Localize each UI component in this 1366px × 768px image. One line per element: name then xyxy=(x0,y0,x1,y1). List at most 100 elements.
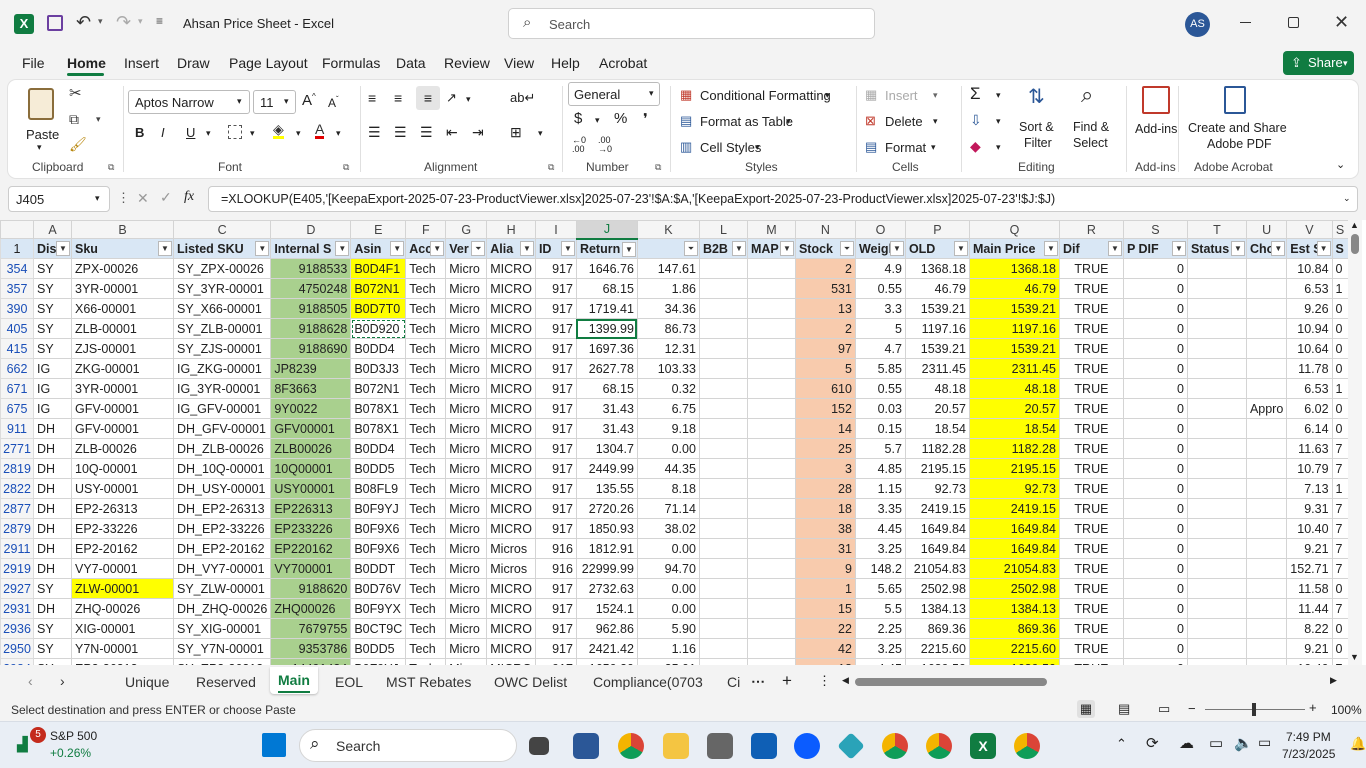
sheet-tab-owc-delist[interactable]: OWC Delist xyxy=(494,674,567,690)
cell[interactable]: B0CT9C xyxy=(350,618,407,639)
cell[interactable]: 0 xyxy=(1122,258,1188,279)
cell[interactable]: 5.85 xyxy=(854,358,906,379)
autosum-icon[interactable]: Σ xyxy=(970,84,981,104)
cell[interactable]: 3.25 xyxy=(854,538,906,559)
cell[interactable]: 2.25 xyxy=(854,618,906,639)
cell[interactable]: 94.70 xyxy=(636,558,700,579)
cell[interactable]: 2311.45 xyxy=(968,358,1060,379)
copy-dropdown-icon[interactable]: ▾ xyxy=(96,114,101,125)
row-number[interactable]: 2927 xyxy=(0,578,34,599)
cell[interactable]: 0 xyxy=(1122,618,1188,639)
cell[interactable] xyxy=(746,438,796,459)
cell[interactable]: Micro xyxy=(445,398,488,419)
cell[interactable]: TRUE xyxy=(1058,258,1124,279)
filter-dropdown-icon[interactable]: ▼ xyxy=(731,241,746,256)
cell[interactable]: 917 xyxy=(534,378,577,399)
cell[interactable]: 917 xyxy=(534,438,577,459)
fill-dropdown-icon[interactable]: ▾ xyxy=(296,128,301,139)
cell[interactable]: SY_X66-00001 xyxy=(172,298,272,319)
row-number[interactable]: 662 xyxy=(0,358,34,379)
cell[interactable]: EP220162 xyxy=(270,538,352,559)
cell[interactable]: Micro xyxy=(445,518,488,539)
zoom-thumb[interactable] xyxy=(1252,703,1256,716)
close-button[interactable]: ✕ xyxy=(1334,12,1349,33)
prev-sheet-icon[interactable]: ‹ xyxy=(28,673,33,689)
cell[interactable]: 10.40 xyxy=(1286,658,1333,665)
add-ins-button[interactable]: Add-ins xyxy=(1134,84,1184,154)
cell[interactable] xyxy=(1186,398,1247,419)
cell[interactable]: ZKG-00001 xyxy=(71,358,174,379)
clear-dropdown-icon[interactable]: ▾ xyxy=(996,142,1001,153)
cell[interactable] xyxy=(746,318,796,339)
cell[interactable]: Tech xyxy=(405,318,447,339)
tab-acrobat[interactable]: Acrobat xyxy=(599,55,647,71)
underline-dropdown-icon[interactable]: ▾ xyxy=(206,128,211,139)
cell[interactable]: 1649.84 xyxy=(904,518,970,539)
clock-time[interactable]: 7:49 PM xyxy=(1286,730,1331,744)
cell[interactable]: 2732.63 xyxy=(575,578,638,599)
cell[interactable]: DH_GFV-00001 xyxy=(172,418,272,439)
cell[interactable]: 3YR-00001 xyxy=(71,378,174,399)
row-number[interactable]: 911 xyxy=(0,418,34,439)
cell[interactable]: IG_3YR-00001 xyxy=(172,378,272,399)
cell[interactable]: Appro xyxy=(1245,398,1288,419)
cell[interactable]: MICRO xyxy=(486,618,536,639)
cell[interactable]: ZLB00026 xyxy=(270,438,352,459)
cell[interactable]: 4.85 xyxy=(854,458,906,479)
cell[interactable]: 7 xyxy=(1331,498,1349,519)
chrome-profile-icon[interactable] xyxy=(882,733,908,759)
cell[interactable]: Micros xyxy=(486,558,536,579)
cell[interactable]: 97 xyxy=(794,338,856,359)
taskbar-search[interactable]: ⌕ Search xyxy=(299,729,517,762)
cell[interactable]: B0F9X6 xyxy=(350,538,407,559)
row-number[interactable]: 2936 xyxy=(0,618,34,639)
column-header[interactable]: M xyxy=(746,220,796,239)
add-sheet-icon[interactable]: + xyxy=(782,671,792,691)
cell[interactable]: 2 xyxy=(794,318,856,339)
cell[interactable]: 38 xyxy=(794,518,856,539)
row-number[interactable]: 2919 xyxy=(0,558,34,579)
filter-dropdown-icon[interactable]: ▼ xyxy=(430,241,445,256)
cell[interactable]: 31.43 xyxy=(575,398,638,419)
cell[interactable]: Micro xyxy=(445,598,488,619)
orientation-icon[interactable]: ↗ xyxy=(446,90,457,106)
cell[interactable]: 1182.28 xyxy=(904,438,970,459)
cell[interactable]: 92.73 xyxy=(904,478,970,499)
cell[interactable]: 0.00 xyxy=(636,438,700,459)
cell[interactable]: 1524.1 xyxy=(575,598,638,619)
cell[interactable]: 3YR-00001 xyxy=(71,278,174,299)
cell[interactable]: 0 xyxy=(1122,478,1188,499)
column-header[interactable]: C xyxy=(172,220,272,239)
cell[interactable] xyxy=(1186,558,1247,579)
save-icon[interactable] xyxy=(47,15,63,31)
store-icon[interactable] xyxy=(573,733,599,759)
conditional-formatting-button[interactable]: ▦ Conditional Formatting ▾ xyxy=(678,86,843,106)
merge-dropdown-icon[interactable]: ▾ xyxy=(538,128,543,139)
vertical-scrollbar[interactable]: ▲ ▼ xyxy=(1348,220,1362,665)
formula-input[interactable]: =XLOOKUP(E405,'[KeepaExport-2025-07-23-P… xyxy=(208,186,1358,212)
filter-dropdown-icon[interactable]: ▼ xyxy=(1171,241,1186,256)
chrome-profile-3-icon[interactable] xyxy=(1014,733,1040,759)
cell[interactable]: IG_GFV-00001 xyxy=(172,398,272,419)
cell[interactable]: 21054.83 xyxy=(904,558,970,579)
cell[interactable] xyxy=(698,258,748,279)
filter-dropdown-icon[interactable]: ▼ xyxy=(560,241,575,256)
cell[interactable]: 10.40 xyxy=(1286,518,1333,539)
cell[interactable]: B078X1 xyxy=(350,418,407,439)
clipboard-launcher-icon[interactable]: ⧉ xyxy=(108,162,114,173)
row-number[interactable]: 1 xyxy=(0,238,34,259)
cell[interactable]: 0 xyxy=(1331,338,1349,359)
more-options-icon[interactable]: ⋮ xyxy=(117,190,130,206)
cell[interactable]: Micro xyxy=(445,658,488,665)
cell[interactable]: 0 xyxy=(1122,358,1188,379)
fill-down-dropdown-icon[interactable]: ▾ xyxy=(996,116,1001,127)
cell[interactable]: 86.73 xyxy=(636,318,700,339)
cell[interactable]: 7 xyxy=(1331,558,1349,579)
cell[interactable] xyxy=(746,458,796,479)
cell[interactable]: MICRO xyxy=(486,258,536,279)
cell[interactable]: IG xyxy=(33,398,72,419)
currency-icon[interactable]: $ xyxy=(574,110,582,127)
cell[interactable]: 0.00 xyxy=(636,598,700,619)
cell[interactable] xyxy=(1245,378,1288,399)
cell[interactable]: 917 xyxy=(534,278,577,299)
